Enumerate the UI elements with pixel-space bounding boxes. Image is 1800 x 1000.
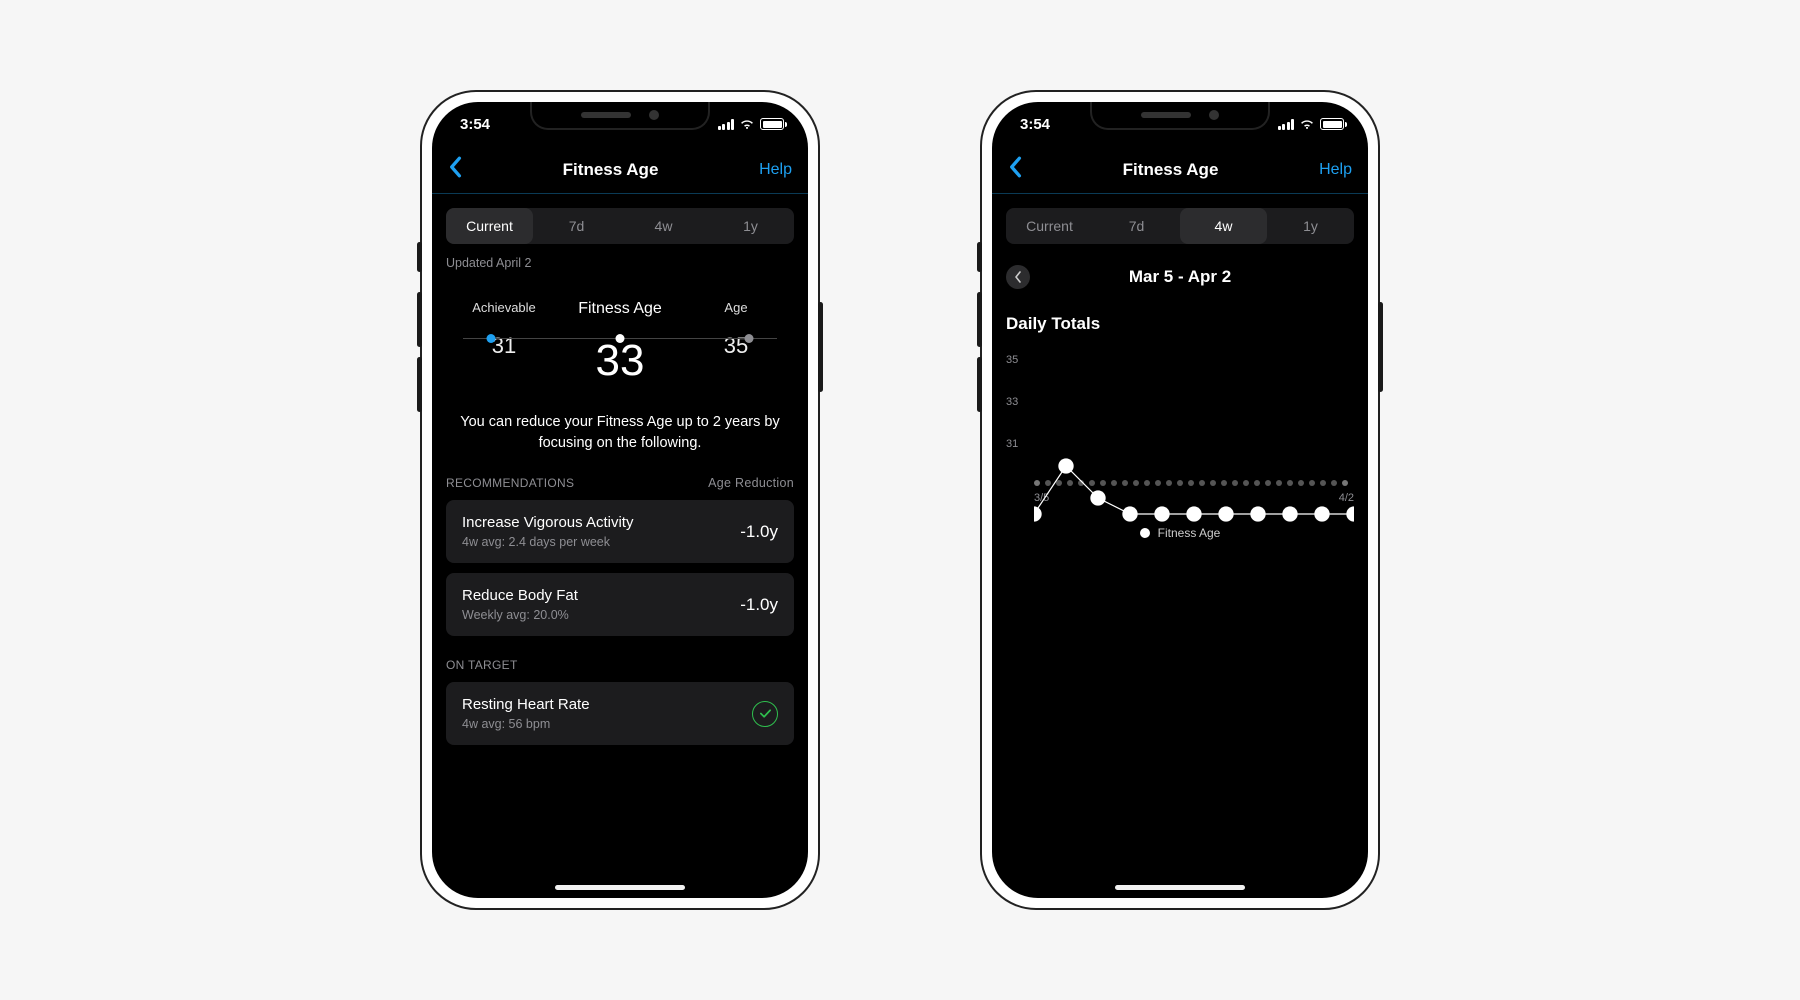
home-indicator[interactable] <box>1115 885 1245 890</box>
achievable-dot <box>487 334 496 343</box>
age-summary: Achievable 31 Fitness Age 33 Age 35 <box>446 300 794 386</box>
nav-bar: Fitness Age Help <box>432 146 808 194</box>
screen: 3:54 Fitness Age Help Current 7d 4w 1y U… <box>432 102 808 898</box>
wifi-icon <box>1299 118 1315 130</box>
help-link[interactable]: Help <box>1319 161 1352 179</box>
status-time: 3:54 <box>1020 116 1050 133</box>
fitness-age-line-chart[interactable]: 353331 3/5 4/2 Fitness Age <box>1006 354 1354 540</box>
on-target-title: Resting Heart Rate <box>462 696 590 713</box>
fitness-age-dot <box>616 334 625 343</box>
side-button <box>977 292 982 347</box>
segment-1y[interactable]: 1y <box>707 208 794 244</box>
side-button <box>417 242 422 272</box>
y-axis-ticks: 353331 <box>1006 354 1030 450</box>
side-button <box>417 357 422 412</box>
chart-plot <box>1034 354 1354 674</box>
prev-range-button[interactable] <box>1006 265 1030 289</box>
recommendation-card[interactable]: Increase Vigorous Activity 4w avg: 2.4 d… <box>446 500 794 563</box>
recommendation-card[interactable]: Reduce Body Fat Weekly avg: 20.0% -1.0y <box>446 573 794 636</box>
rec-title: Increase Vigorous Activity <box>462 514 633 531</box>
time-range-segmented-control[interactable]: Current 7d 4w 1y <box>446 208 794 244</box>
segment-current[interactable]: Current <box>1006 208 1093 244</box>
side-button <box>417 292 422 347</box>
front-camera <box>649 110 659 120</box>
chart-title: Daily Totals <box>1006 314 1354 334</box>
fitness-age-value: 33 <box>562 336 678 386</box>
phone-frame-right: 3:54 Fitness Age Help Current 7d 4w 1y <box>980 90 1380 910</box>
screen: 3:54 Fitness Age Help Current 7d 4w 1y <box>992 102 1368 898</box>
phone-frame-left: 3:54 Fitness Age Help Current 7d 4w 1y U… <box>420 90 820 910</box>
segment-4w[interactable]: 4w <box>1180 208 1267 244</box>
rec-title: Reduce Body Fat <box>462 587 578 604</box>
on-target-card[interactable]: Resting Heart Rate 4w avg: 56 bpm <box>446 682 794 745</box>
check-icon <box>752 701 778 727</box>
rec-value: -1.0y <box>740 522 778 542</box>
side-button <box>977 242 982 272</box>
segment-1y[interactable]: 1y <box>1267 208 1354 244</box>
side-button <box>977 357 982 412</box>
segment-7d[interactable]: 7d <box>533 208 620 244</box>
tip-text: You can reduce your Fitness Age up to 2 … <box>446 412 794 454</box>
segment-7d[interactable]: 7d <box>1093 208 1180 244</box>
age-label: Age <box>678 300 794 315</box>
battery-icon <box>760 118 784 130</box>
battery-icon <box>1320 118 1344 130</box>
speaker <box>1141 112 1191 118</box>
content-area: Current 7d 4w 1y Updated April 2 Achieva… <box>432 194 808 898</box>
side-button <box>1378 302 1383 392</box>
age-value: 35 <box>678 333 794 359</box>
page-title: Fitness Age <box>1123 160 1219 180</box>
notch <box>1090 102 1270 130</box>
wifi-icon <box>739 118 755 130</box>
page-title: Fitness Age <box>563 160 659 180</box>
home-indicator[interactable] <box>555 885 685 890</box>
rec-value: -1.0y <box>740 595 778 615</box>
rec-sub: 4w avg: 2.4 days per week <box>462 535 633 549</box>
side-button <box>818 302 823 392</box>
time-range-segmented-control[interactable]: Current 7d 4w 1y <box>1006 208 1354 244</box>
fitness-age-label: Fitness Age <box>562 300 678 318</box>
age-dot <box>744 334 753 343</box>
segment-4w[interactable]: 4w <box>620 208 707 244</box>
help-link[interactable]: Help <box>759 161 792 179</box>
back-button[interactable] <box>448 156 462 183</box>
status-time: 3:54 <box>460 116 490 133</box>
speaker <box>581 112 631 118</box>
content-area: Current 7d 4w 1y Mar 5 - Apr 2 Daily Tot… <box>992 194 1368 898</box>
segment-current[interactable]: Current <box>446 208 533 244</box>
date-range-label: Mar 5 - Apr 2 <box>1129 267 1231 287</box>
rec-sub: Weekly avg: 20.0% <box>462 608 578 622</box>
cellular-icon <box>718 119 735 130</box>
front-camera <box>1209 110 1219 120</box>
recommendations-header: RECOMMENDATIONS <box>446 476 574 490</box>
on-target-header: ON TARGET <box>446 658 794 672</box>
cellular-icon <box>1278 119 1295 130</box>
on-target-sub: 4w avg: 56 bpm <box>462 717 590 731</box>
achievable-label: Achievable <box>446 300 562 315</box>
nav-bar: Fitness Age Help <box>992 146 1368 194</box>
updated-label: Updated April 2 <box>446 256 794 270</box>
achievable-value: 31 <box>446 333 562 359</box>
back-button[interactable] <box>1008 156 1022 183</box>
notch <box>530 102 710 130</box>
age-reduction-header: Age Reduction <box>708 476 794 490</box>
